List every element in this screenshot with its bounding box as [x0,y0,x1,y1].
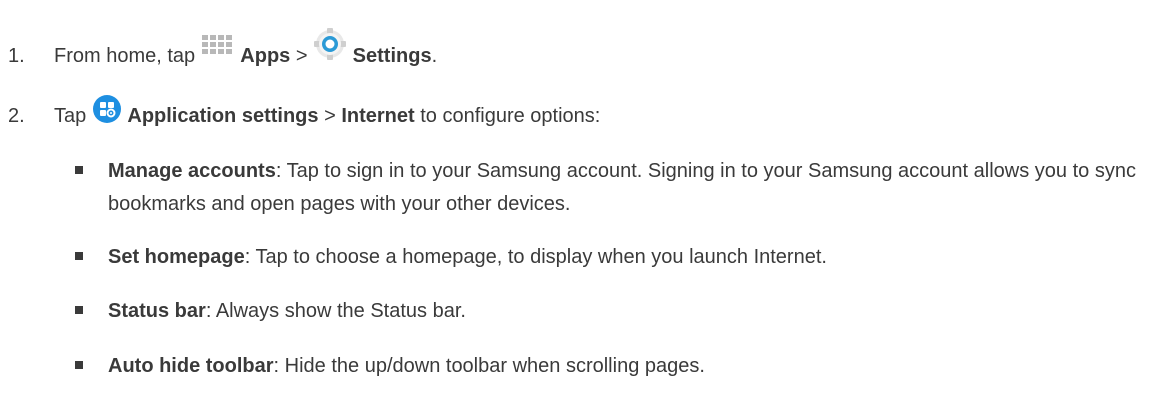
option-auto-hide-toolbar: Auto hide toolbar: Hide the up/down tool… [75,350,1150,383]
step-1: 1. From home, tap Apps > Settings. [8,28,437,68]
option-status-bar: Status bar: Always show the Status bar. [75,295,1150,328]
bullet-marker [75,252,83,260]
application-settings-icon [92,94,122,130]
option-set-homepage: Set homepage: Tap to choose a homepage, … [75,241,1150,274]
option-term: Status bar [108,300,206,322]
option-description: : Always show the Status bar. [205,300,466,322]
step-2-prefix: Tap [54,105,87,127]
option-term: Set homepage [108,246,245,268]
step-1-end: . [431,45,438,67]
option-description: : Tap to choose a homepage, to display w… [244,246,827,268]
settings-gear-icon [313,28,347,66]
settings-label: Settings [352,45,432,67]
step-1-number: 1. [8,45,25,67]
apps-grid-icon [201,34,235,66]
bullet-marker [75,306,83,314]
instruction-document: 1. From home, tap Apps > Settings. 2. Ta… [0,0,1161,410]
bullet-marker [75,361,83,369]
option-term: Auto hide toolbar [108,355,274,377]
bullet-marker [75,166,83,174]
step-1-prefix: From home, tap [54,45,196,67]
step-1-separator: > [295,45,308,67]
application-settings-label: Application settings [127,105,319,127]
step-2-suffix: to configure options: [420,105,601,127]
step-2-number: 2. [8,105,25,127]
option-term: Manage accounts [108,160,276,182]
internet-label: Internet [341,105,415,127]
apps-label: Apps [240,45,291,67]
option-description: : Hide the up/down toolbar when scrollin… [273,355,705,377]
step-2-separator: > [324,105,336,127]
step-2: 2. Tap Application settings > Internet to… [8,94,600,130]
option-manage-accounts: Manage accounts: Tap to sign in to your … [75,155,1150,221]
